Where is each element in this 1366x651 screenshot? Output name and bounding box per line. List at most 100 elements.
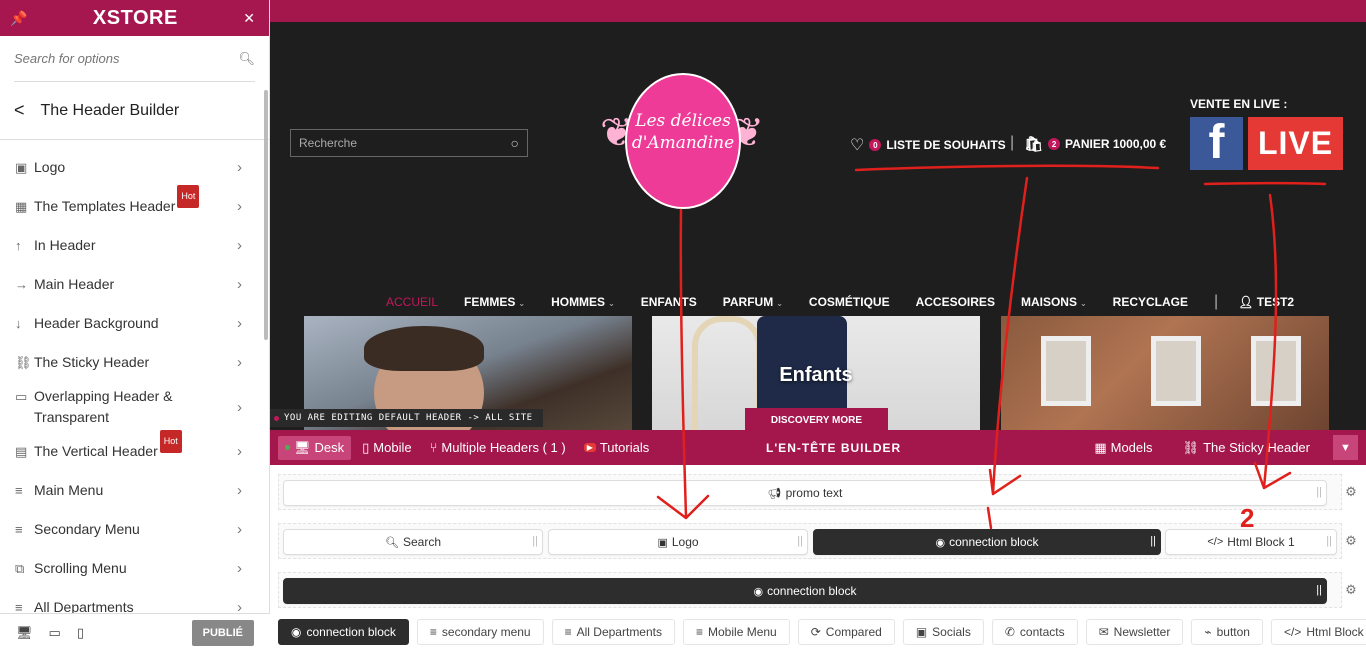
- tray-item-button[interactable]: ⌁ button: [1191, 619, 1263, 645]
- hot-badge: Hot: [177, 185, 200, 208]
- sidebar-item-header-background[interactable]: ↓ Header Background ›: [0, 304, 264, 343]
- tray-item-socials[interactable]: ▣ Socials: [902, 619, 984, 645]
- tab-desk[interactable]: 🖥︎ Desk: [278, 435, 352, 460]
- gear-icon[interactable]: ⚙: [1343, 484, 1359, 500]
- menu-icon: ≡: [429, 625, 437, 639]
- tab-label: Multiple Headers ( 1 ): [441, 440, 566, 455]
- tab-mobile[interactable]: ▯ Mobile: [355, 436, 418, 460]
- nav-label: PARFUM: [722, 295, 774, 309]
- nav-item-account[interactable]: 👤︎ TEST2: [1238, 295, 1294, 309]
- search-icon[interactable]: 🔍︎: [238, 51, 255, 67]
- sidebar-scrollbar[interactable]: [264, 90, 268, 340]
- header-builder: 🖥︎ Desk ▯ Mobile ⑂ Multiple Headers ( 1 ) ▶…: [270, 430, 1366, 651]
- sidebar-item-overlapping-header[interactable]: ▭ Overlapping Header & Transparent ›: [0, 382, 264, 432]
- tray-label: Newsletter: [1113, 625, 1171, 639]
- tray-item-secondary-menu[interactable]: ≡ secondary menu: [416, 619, 544, 645]
- drag-handle[interactable]: ||: [1316, 486, 1322, 498]
- chevron-down-icon: ⌄: [776, 299, 783, 308]
- chevron-right-icon: ›: [237, 560, 242, 577]
- models-label: Models: [1110, 440, 1153, 455]
- sidebar-item-templates-header[interactable]: ▦ The Templates Header Hot ›: [0, 185, 264, 226]
- sidebar-item-label: Main Menu: [34, 482, 104, 498]
- drag-handle[interactable]: ||: [532, 535, 538, 547]
- block-html[interactable]: </> Html Block 1 ||: [1165, 529, 1337, 555]
- options-search-input[interactable]: [14, 51, 214, 66]
- sidebar-item-main-header[interactable]: → Main Header ›: [0, 265, 264, 304]
- available-blocks-tray: ◉ connection block ≡ secondary menu ≡ All D…: [278, 618, 1366, 646]
- publish-button[interactable]: PUBLIÉ: [191, 619, 254, 646]
- drag-handle[interactable]: ||: [797, 535, 803, 547]
- sidebar-item-label: Header Background: [34, 315, 159, 331]
- tab-tutorials[interactable]: ▶ Tutorials: [577, 436, 657, 459]
- sidebar-item-logo[interactable]: ▣ Logo ›: [0, 148, 264, 187]
- chevron-down-icon[interactable]: ▼: [1333, 435, 1358, 460]
- sidebar-item-sticky-header[interactable]: ⛓ The Sticky Header ›: [0, 343, 264, 382]
- tray-label: Mobile Menu: [708, 625, 777, 639]
- sidebar-item-in-header[interactable]: ↑ In Header ›: [0, 226, 264, 265]
- facebook-icon[interactable]: f: [1190, 117, 1243, 170]
- facebook-letter: f: [1208, 117, 1225, 169]
- gear-icon[interactable]: ⚙: [1343, 582, 1359, 598]
- wishlist-link[interactable]: ♡ 0 LISTE DE SOUHAITS: [850, 135, 1006, 155]
- cart-link[interactable]: 🛍︎ 2 PANIER 1000,00 €: [1024, 135, 1166, 153]
- nav-item-accesoires[interactable]: ACCESOIRES: [916, 295, 995, 309]
- tablet-preview-icon[interactable]: ▭: [49, 625, 61, 641]
- drag-handle[interactable]: ||: [1326, 535, 1332, 547]
- desktop-preview-icon[interactable]: 🖥︎: [16, 625, 33, 641]
- nav-item-maisons[interactable]: MAISONS ⌄: [1021, 295, 1087, 309]
- block-connection[interactable]: ◉ connection block ||: [813, 529, 1161, 555]
- nav-item-parfum[interactable]: PARFUM ⌄: [723, 295, 783, 309]
- nav-item-recyclage[interactable]: RECYCLAGE: [1113, 295, 1188, 309]
- customizer-sidebar: 📌 XSTORE ✕ 🔍︎ < The Header Builder ▣ Logo…: [0, 0, 270, 651]
- nav-item-femmes[interactable]: FEMMES ⌄: [464, 295, 525, 309]
- sticky-header-button[interactable]: ⛓ The Sticky Header: [1176, 436, 1317, 460]
- tray-item-all-departments[interactable]: ≡ All Departments: [551, 619, 675, 645]
- gear-icon[interactable]: ⚙: [1343, 533, 1359, 549]
- search-icon: 🔍︎: [385, 536, 399, 549]
- tab-multiple-headers[interactable]: ⑂ Multiple Headers ( 1 ): [423, 436, 573, 459]
- sidebar-item-secondary-menu[interactable]: ≡ Secondary Menu ›: [0, 510, 264, 549]
- models-button[interactable]: ▦ Models: [1087, 436, 1159, 460]
- tray-item-connection[interactable]: ◉ connection block: [278, 619, 409, 645]
- mobile-preview-icon[interactable]: ▯: [77, 625, 84, 641]
- block-search[interactable]: 🔍︎ Search ||: [283, 529, 543, 555]
- drag-handle[interactable]: ||: [1316, 584, 1322, 596]
- sidebar-item-main-menu[interactable]: ≡ Main Menu ›: [0, 471, 264, 510]
- vertical-layout-icon: ▤: [15, 444, 28, 459]
- pin-icon[interactable]: 📌: [10, 10, 27, 27]
- block-connection[interactable]: ◉ connection block ||: [283, 578, 1327, 604]
- tray-item-contacts[interactable]: ✆ contacts: [991, 619, 1078, 645]
- sidebar-item-label: The Sticky Header: [34, 354, 150, 370]
- tray-item-html-block[interactable]: </> Html Block: [1270, 619, 1366, 645]
- nav-item-hommes[interactable]: HOMMES ⌄: [551, 295, 615, 309]
- desktop-icon: 🖥︎: [294, 439, 311, 455]
- sidebar-item-vertical-header[interactable]: ▤ The Vertical Header Hot ›: [0, 430, 264, 471]
- code-icon: </>: [1283, 625, 1302, 639]
- back-arrow-icon[interactable]: <: [14, 100, 25, 121]
- nav-item-enfants[interactable]: ENFANTS: [641, 295, 697, 309]
- discovery-more-button[interactable]: DISCOVERY MORE: [745, 408, 888, 430]
- menu-icon: ≡: [15, 522, 23, 537]
- branch-icon: ⑂: [429, 440, 438, 455]
- arrow-down-icon: ↓: [15, 316, 22, 331]
- block-promo-text[interactable]: 📢︎ promo text ||: [283, 480, 1327, 506]
- close-icon[interactable]: ✕: [243, 10, 255, 27]
- site-search[interactable]: Recherche ○: [290, 129, 528, 157]
- drag-handle[interactable]: ||: [1150, 535, 1156, 547]
- sidebar-item-all-departments[interactable]: ≡ All Departments ›: [0, 588, 264, 613]
- options-search: 🔍︎: [14, 36, 255, 82]
- banner-image-building[interactable]: [1001, 316, 1329, 430]
- sidebar-item-scrolling-menu[interactable]: ⧉ Scrolling Menu ›: [0, 549, 264, 588]
- tray-item-newsletter[interactable]: ✉ Newsletter: [1085, 619, 1184, 645]
- block-label: Search: [402, 535, 441, 549]
- image-icon: ▣: [657, 536, 668, 549]
- code-icon: </>: [1207, 536, 1224, 548]
- tray-item-compared[interactable]: ⟳ Compared: [797, 619, 895, 645]
- block-logo[interactable]: ▣ Logo ||: [548, 529, 808, 555]
- live-button[interactable]: LIVE: [1248, 117, 1343, 170]
- nav-item-cosmetique[interactable]: COSMÉTIQUE: [809, 295, 890, 309]
- site-logo[interactable]: ❦ ❦ Les délices d'Amandine: [600, 70, 764, 212]
- tray-item-mobile-menu[interactable]: ≡ Mobile Menu: [683, 619, 790, 645]
- block-label: promo text: [785, 486, 843, 500]
- search-icon[interactable]: ○: [511, 135, 519, 151]
